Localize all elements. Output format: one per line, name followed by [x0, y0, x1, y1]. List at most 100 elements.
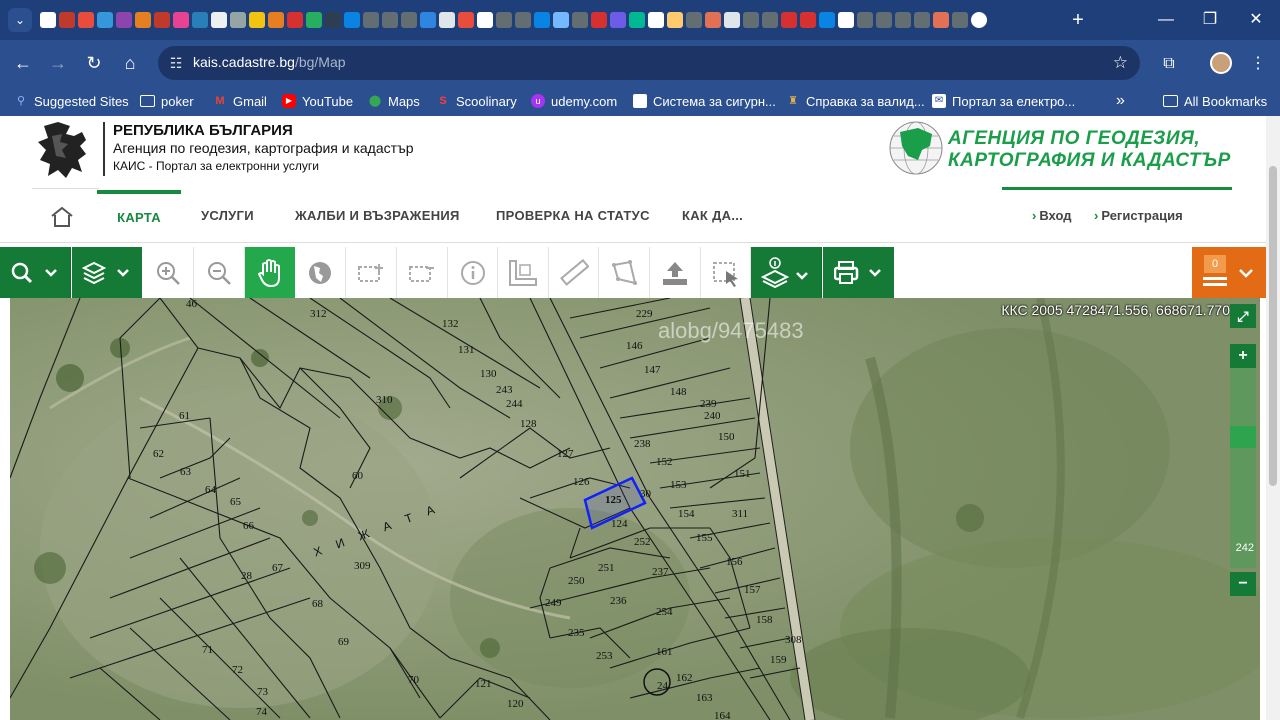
cadastral-map[interactable]: 132 131 130 243 244 310 128 127 126 125 124 229 146 1… [10, 298, 1260, 720]
register-link[interactable]: › Регистрация [1094, 190, 1183, 242]
close-icon[interactable]: ✕ [1236, 8, 1276, 32]
minimize-icon[interactable]: — [1146, 8, 1186, 32]
tab-favicon[interactable] [914, 12, 930, 28]
nav-tab-complaints[interactable]: ЖАЛБИ И ВЪЗРАЖЕНИЯ [295, 190, 460, 242]
tab-favicon[interactable] [819, 12, 835, 28]
layers-tool-button[interactable] [72, 247, 142, 298]
tab-favicon[interactable] [78, 12, 94, 28]
bookmark-validity-check[interactable]: ♜ Справка за валид... [786, 92, 925, 110]
site-info-icon[interactable]: ☷ [166, 53, 186, 73]
tab-favicon[interactable] [97, 12, 113, 28]
bookmarks-overflow-button[interactable]: » [1116, 92, 1125, 110]
tab-favicon[interactable] [477, 12, 493, 28]
tab-favicon[interactable] [192, 12, 208, 28]
tab-favicon[interactable] [401, 12, 417, 28]
all-bookmarks-button[interactable]: All Bookmarks [1163, 92, 1267, 110]
print-tool-button[interactable] [823, 247, 894, 298]
scrollbar-thumb[interactable] [1269, 166, 1277, 486]
tab-favicon[interactable] [211, 12, 227, 28]
tab-favicon[interactable] [648, 12, 664, 28]
extensions-icon[interactable]: ⧉ [1157, 52, 1181, 76]
bookmark-youtube[interactable]: ▶ YouTube [282, 92, 353, 110]
bookmark-maps[interactable]: ⬤ Maps [368, 92, 420, 110]
nav-tab-map[interactable]: КАРТА [97, 190, 181, 242]
tab-favicon[interactable] [458, 12, 474, 28]
fullscreen-button[interactable]: ⤢ [1230, 304, 1256, 328]
tab-favicon[interactable] [933, 12, 949, 28]
home-icon[interactable]: ⌂ [117, 50, 143, 76]
tab-favicon[interactable] [325, 12, 341, 28]
reload-icon[interactable]: ↻ [81, 50, 107, 76]
tab-favicon[interactable] [306, 12, 322, 28]
tab-favicon[interactable] [895, 12, 911, 28]
tab-favicon[interactable] [515, 12, 531, 28]
measure-area-tool[interactable] [498, 247, 549, 298]
nav-tab-status-check[interactable]: ПРОВЕРКА НА СТАТУС [496, 190, 650, 242]
tab-favicon[interactable] [287, 12, 303, 28]
tab-favicon[interactable] [705, 12, 721, 28]
tab-favicon[interactable] [800, 12, 816, 28]
bookmark-e-portal[interactable]: ✉ Портал за електро... [932, 92, 1075, 110]
restore-icon[interactable]: ❐ [1190, 8, 1230, 32]
globe-tool[interactable] [295, 247, 346, 298]
layer-info-tool[interactable] [751, 247, 822, 298]
tab-favicon[interactable] [420, 12, 436, 28]
aerial-map-canvas[interactable] [10, 298, 1260, 720]
map-zoom-out-button[interactable]: − [1230, 572, 1256, 596]
tab-favicon[interactable] [382, 12, 398, 28]
profile-avatar[interactable] [1210, 52, 1232, 74]
measure-distance-tool[interactable] [549, 247, 599, 298]
bookmark-security-system[interactable]: Система за сигурн... [633, 92, 776, 110]
tab-favicon[interactable] [40, 12, 56, 28]
pan-tool[interactable] [245, 247, 295, 298]
tab-favicon[interactable] [135, 12, 151, 28]
login-link[interactable]: › Вход [1032, 190, 1072, 242]
new-tab-button[interactable]: + [1066, 8, 1090, 32]
tab-favicon[interactable] [572, 12, 588, 28]
tab-favicon[interactable] [496, 12, 512, 28]
upload-tool[interactable] [650, 247, 701, 298]
tab-favicon[interactable] [534, 12, 550, 28]
select-tool[interactable] [701, 247, 751, 298]
tab-favicon[interactable] [116, 12, 132, 28]
tab-favicon[interactable] [268, 12, 284, 28]
tab-favicon[interactable] [553, 12, 569, 28]
bookmark-star-icon[interactable]: ☆ [1113, 53, 1128, 73]
bookmark-udemy[interactable]: u udemy.com [531, 92, 617, 110]
tab-favicon[interactable] [781, 12, 797, 28]
tab-favicon[interactable] [667, 12, 683, 28]
back-icon[interactable]: ← [10, 50, 36, 76]
map-zoom-in-button[interactable]: + [1230, 344, 1256, 368]
tab-favicon[interactable] [876, 12, 892, 28]
tab-favicon[interactable] [743, 12, 759, 28]
tab-favicon[interactable] [154, 12, 170, 28]
address-bar[interactable]: ☷ kais.cadastre.bg/bg/Map ☆ [158, 46, 1140, 80]
home-nav-icon[interactable] [50, 205, 74, 229]
nav-tab-services[interactable]: УСЛУГИ [201, 190, 254, 242]
info-tool[interactable] [448, 247, 498, 298]
zoom-in-tool[interactable] [143, 247, 194, 298]
tab-favicon[interactable] [230, 12, 246, 28]
menu-kebab-icon[interactable]: ⋮ [1246, 52, 1270, 76]
tab-favicon[interactable] [629, 12, 645, 28]
bookmark-gmail[interactable]: M Gmail [213, 92, 267, 110]
tab-favicon[interactable] [686, 12, 702, 28]
tab-favicon[interactable] [591, 12, 607, 28]
tab-favicon[interactable] [249, 12, 265, 28]
tab-favicon[interactable] [838, 12, 854, 28]
forward-icon[interactable]: → [45, 50, 71, 76]
tab-favicon[interactable] [724, 12, 740, 28]
zoom-slider-handle[interactable] [1230, 426, 1256, 448]
nav-tab-how-to[interactable]: КАК ДА... [682, 190, 743, 242]
bookmark-suggested-sites[interactable]: ⚲ Suggested Sites [14, 92, 129, 110]
tab-favicon[interactable] [762, 12, 778, 28]
tab-favicon[interactable] [439, 12, 455, 28]
bookmark-scoolinary[interactable]: S Scoolinary [436, 92, 516, 110]
tab-favicon[interactable] [610, 12, 626, 28]
zoom-slider-track[interactable] [1230, 368, 1256, 568]
draw-polygon-tool[interactable] [599, 247, 650, 298]
add-extent-tool[interactable] [346, 247, 397, 298]
bookmark-poker[interactable]: poker [140, 92, 194, 110]
print-queue-button[interactable]: 0 [1192, 247, 1266, 298]
zoom-out-tool[interactable] [194, 247, 245, 298]
